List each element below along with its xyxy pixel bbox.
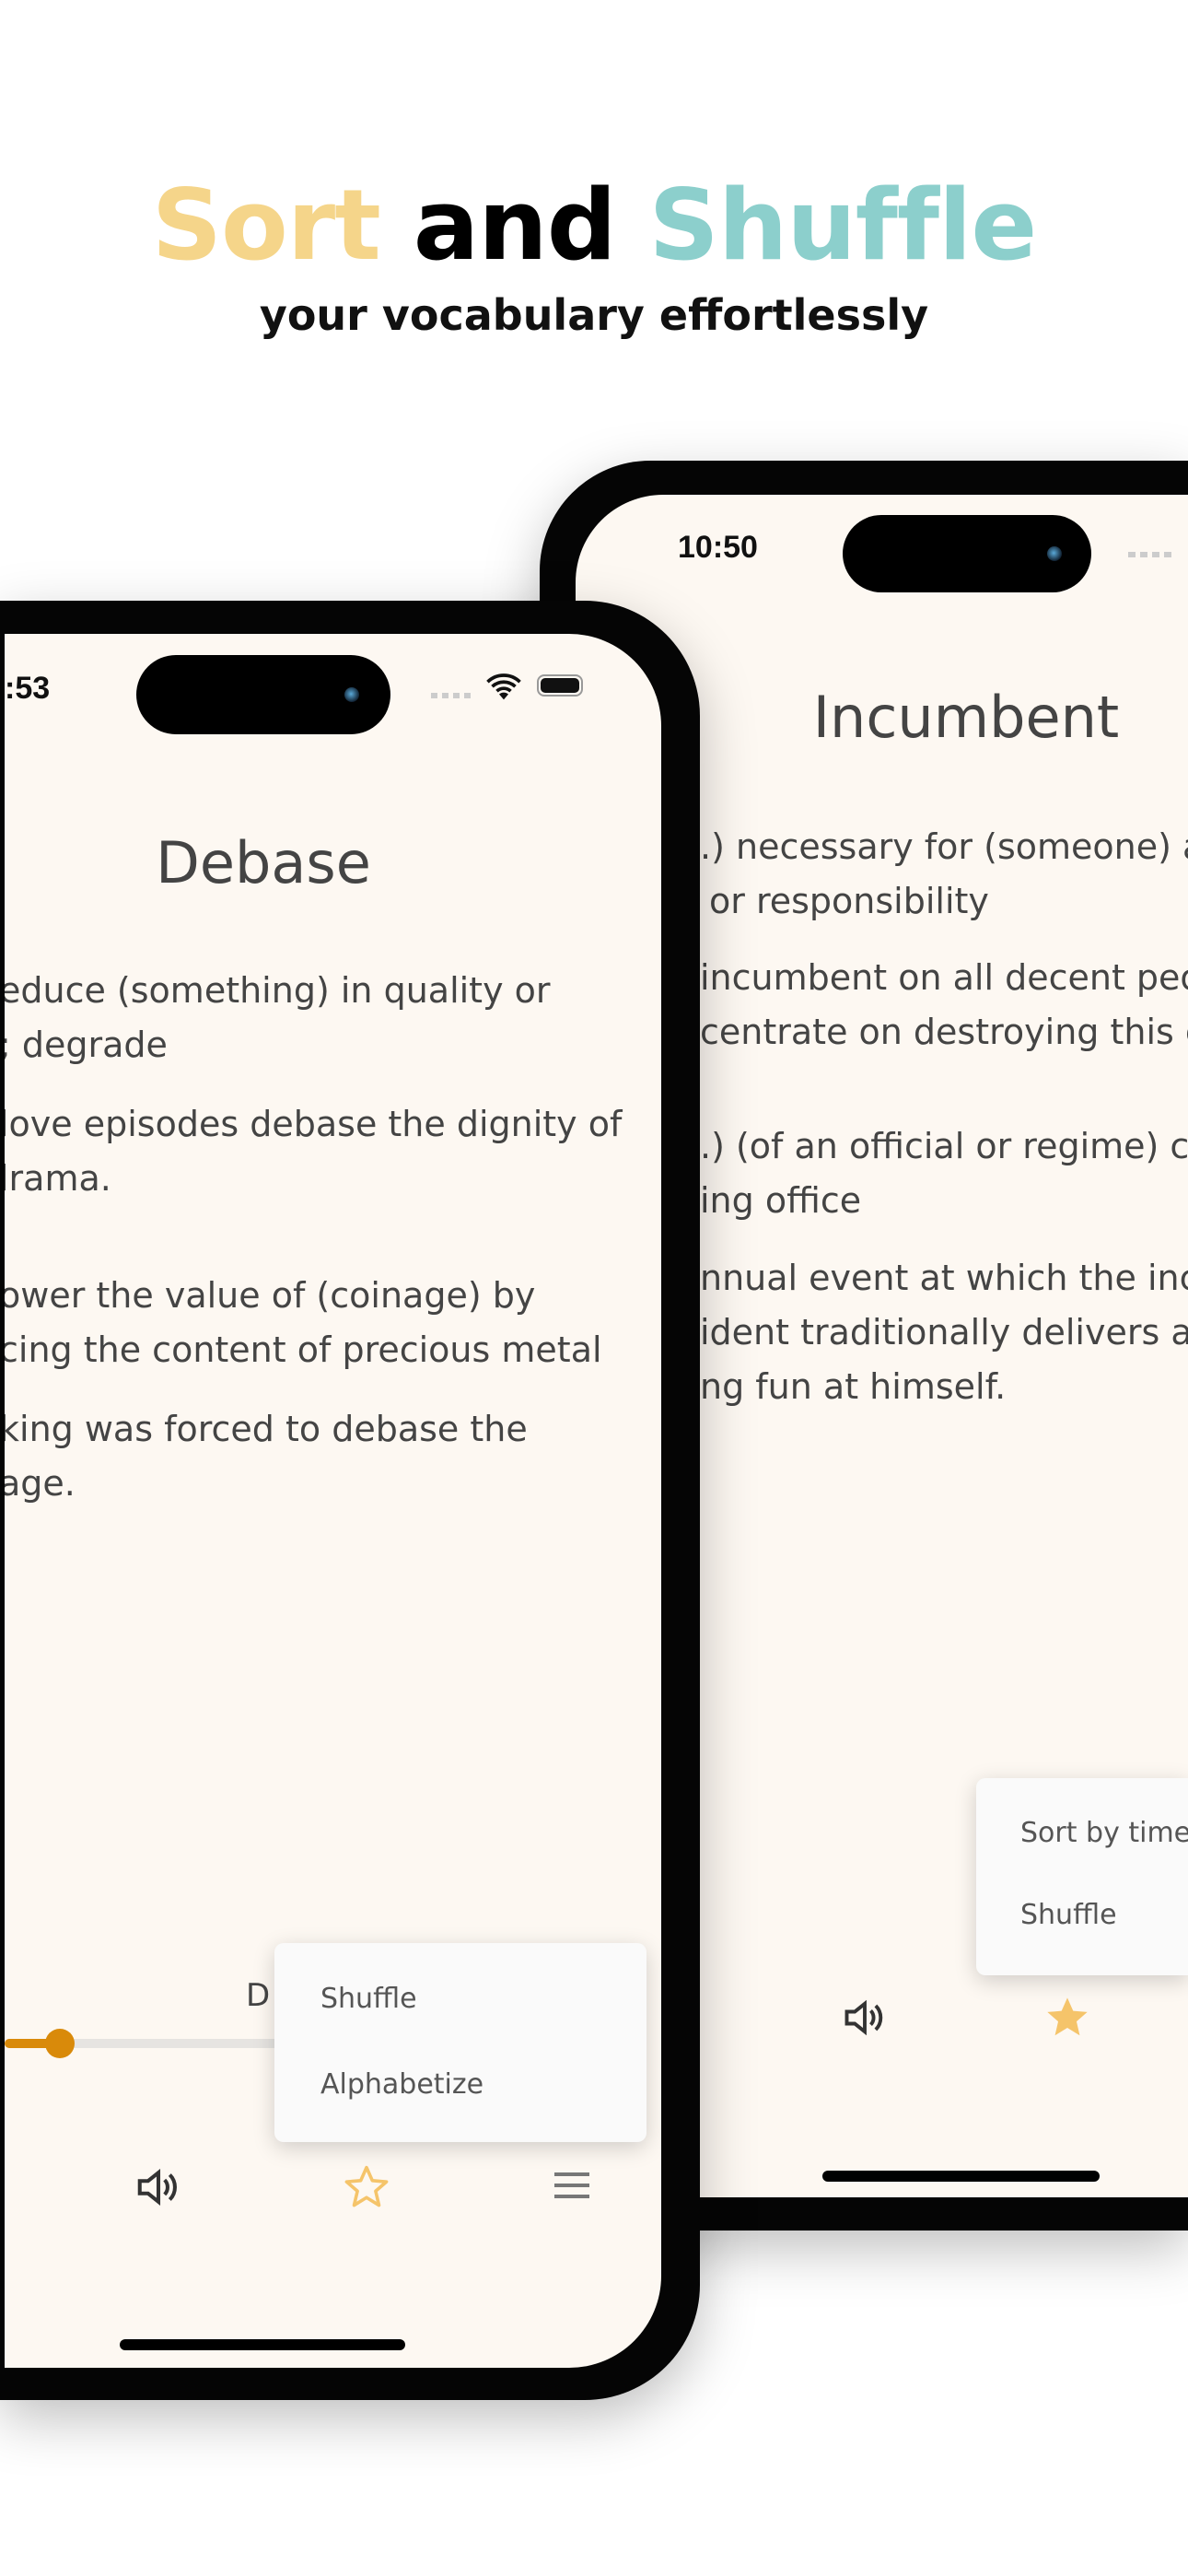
definition-line: ident traditionally delivers a s	[700, 1312, 1188, 1352]
progress-slider[interactable]	[5, 2029, 281, 2058]
definition-line: centrate on destroying this evi	[700, 1012, 1188, 1052]
sort-menu: Shuffle Alphabetize	[274, 1943, 646, 2142]
definition-line: cing the content of precious metal	[5, 1329, 602, 1370]
sort-menu: Sort by time Shuffle	[976, 1778, 1188, 1975]
menu-item-sort-by-time[interactable]: Sort by time	[1020, 1817, 1188, 1849]
definition-line: ng fun at himself.	[700, 1366, 1007, 1407]
signal-dots-icon	[1128, 552, 1174, 557]
menu-item-alphabetize[interactable]: Alphabetize	[320, 2068, 483, 2101]
headline-subtitle: your vocabulary effortlessly	[259, 290, 929, 340]
dynamic-island	[136, 655, 390, 734]
definition-line: ower the value of (coinage) by	[5, 1275, 536, 1316]
battery-icon	[537, 674, 583, 697]
star-filled-icon[interactable]	[1043, 1994, 1091, 2042]
slider-thumb[interactable]	[45, 2029, 75, 2058]
headline-shuffle: Shuffle	[648, 169, 1038, 282]
definition-line: ; degrade	[5, 1025, 168, 1065]
definition-line: nnual event at which the incu	[700, 1258, 1188, 1298]
dynamic-island	[843, 515, 1091, 592]
definition-line: age.	[5, 1463, 76, 1504]
menu-icon[interactable]	[554, 2172, 589, 2198]
definition-line: educe (something) in quality or	[5, 970, 551, 1011]
home-indicator	[120, 2339, 405, 2350]
front-phone-screen: :53 Debase educe (something) in quality …	[5, 634, 661, 2368]
signal-dots-icon	[431, 693, 472, 698]
word-title: Debase	[156, 829, 371, 896]
home-indicator	[822, 2171, 1100, 2182]
definition-line: love episodes debase the dignity of	[5, 1104, 623, 1144]
word-title: Incumbent	[812, 684, 1120, 751]
speaker-icon[interactable]	[841, 1994, 889, 2042]
definition-line: incumbent on all decent peop	[700, 957, 1188, 998]
definition-line: .) (of an official or regime) cur	[700, 1126, 1188, 1166]
status-time: 10:50	[678, 530, 758, 565]
definition-line: king was forced to debase the	[5, 1409, 528, 1449]
headline-sort: Sort	[151, 169, 381, 282]
status-time: :53	[5, 671, 51, 706]
definition-line: .) necessary for (someone) as	[700, 826, 1188, 867]
slider-label: D	[246, 1977, 271, 2014]
definition-line: ing office	[700, 1180, 862, 1221]
menu-item-shuffle[interactable]: Shuffle	[320, 1983, 417, 2015]
menu-item-shuffle[interactable]: Shuffle	[1020, 1899, 1117, 1931]
headline: Sort and Shuffle	[0, 166, 1188, 286]
star-outline-icon[interactable]	[342, 2162, 391, 2212]
headline-and: and	[413, 169, 617, 282]
definition-line: lrama.	[5, 1158, 111, 1199]
wifi-icon	[486, 673, 521, 700]
speaker-icon[interactable]	[134, 2162, 183, 2212]
definition-line: or responsibility	[709, 881, 989, 921]
